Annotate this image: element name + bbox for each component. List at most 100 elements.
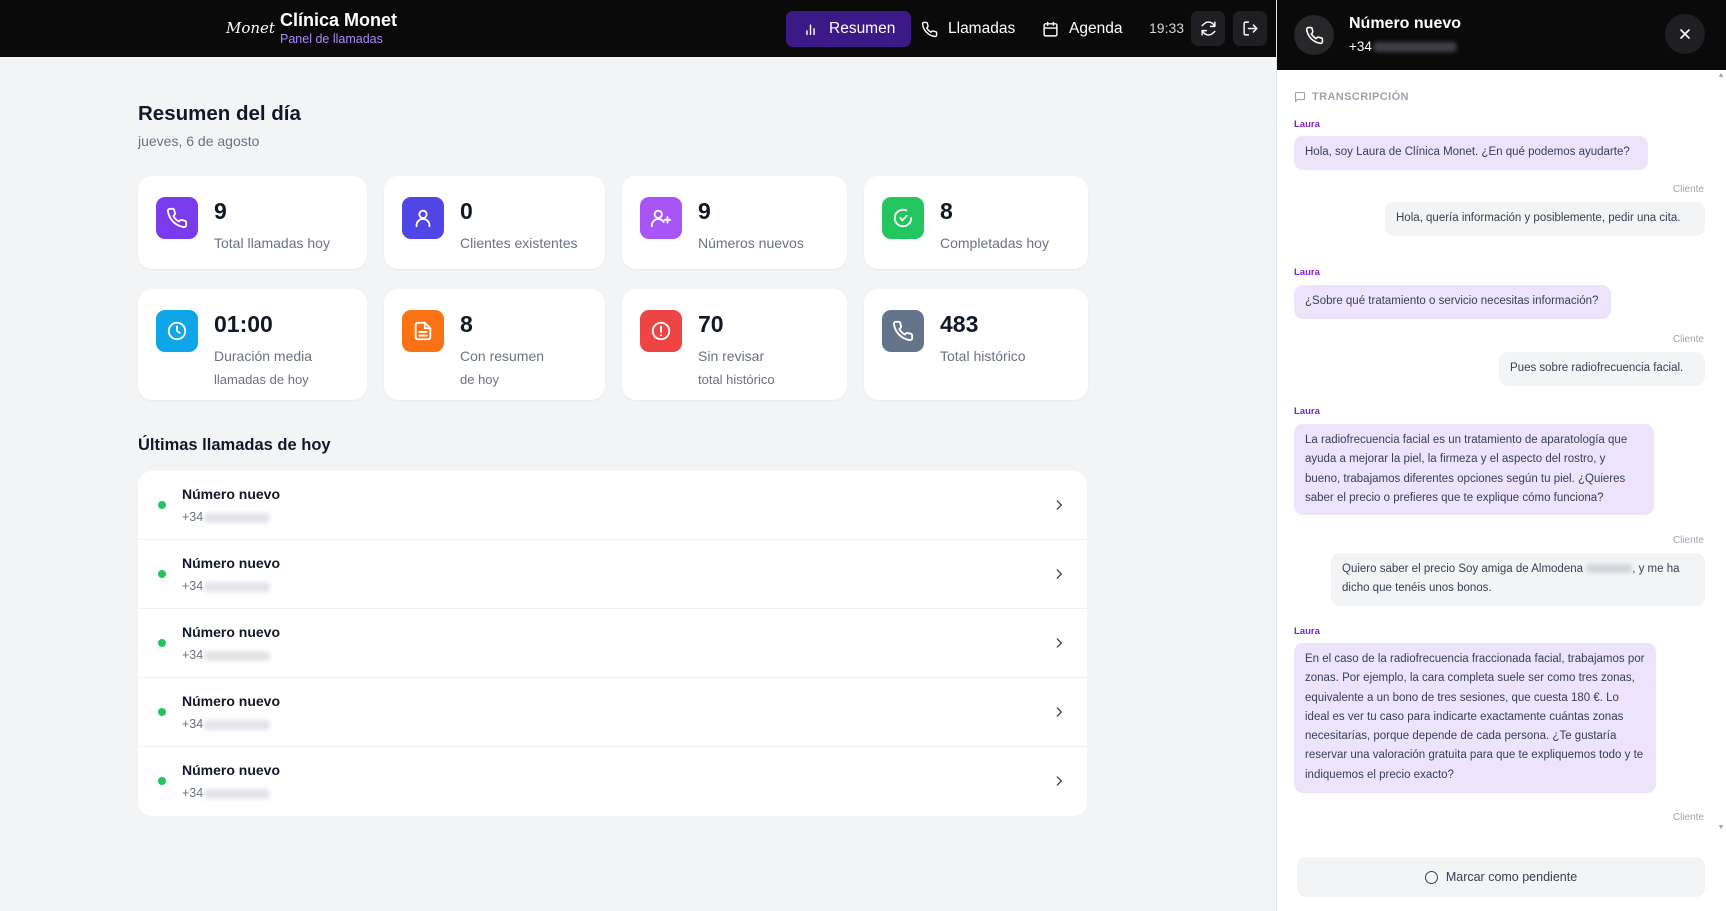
stat-label: Total llamadas hoy: [214, 235, 330, 251]
redacted-number: [204, 512, 271, 523]
close-panel-button[interactable]: [1665, 14, 1705, 54]
stat-value: 483: [940, 311, 979, 337]
logout-button[interactable]: [1233, 11, 1267, 46]
transcript-label-text: TRANSCRIPCIÓN: [1312, 91, 1409, 103]
stat-label-line1: Con resumen: [460, 348, 545, 364]
stat-label: Clientes existentes: [460, 235, 578, 251]
redacted-number: [204, 650, 271, 661]
top-header: Monet Clínica Monet Panel de llamadas Re…: [0, 0, 1276, 57]
speaker-label: Laura: [1294, 626, 1320, 637]
chevron-right-icon: [1056, 707, 1062, 717]
nav-agenda-label: Agenda: [1069, 20, 1123, 37]
user-icon: [415, 209, 431, 228]
status-dot: [158, 777, 166, 785]
refresh-button[interactable]: [1191, 11, 1225, 46]
stat-value: 9: [698, 198, 711, 224]
call-name: Número nuevo: [182, 624, 281, 640]
speaker-label: Cliente: [1672, 535, 1704, 546]
status-dot: [158, 639, 166, 647]
status-dot: [158, 708, 166, 716]
scroll-down-arrow[interactable]: ▼: [1717, 824, 1725, 832]
message-bubble-agent: En el caso de la radiofrecuencia fraccio…: [1294, 643, 1656, 793]
refresh-icon: [1200, 21, 1216, 36]
message-icon: [1294, 91, 1306, 103]
speaker-label: Laura: [1294, 267, 1320, 278]
status-dot: [158, 501, 166, 509]
speaker-label: Cliente: [1672, 812, 1704, 823]
speaker-label: Cliente: [1672, 334, 1704, 345]
check-circle-icon: [893, 208, 913, 228]
message-bubble-client: Quiero saber el precio Soy amiga de Almo…: [1331, 553, 1705, 606]
close-icon: [1680, 29, 1690, 39]
card-icon-bg: [640, 197, 682, 239]
call-number: +34: [182, 510, 271, 524]
chevron-right-icon: [1056, 638, 1062, 648]
call-prefix: +34: [182, 717, 204, 731]
stat-label: Con resumen de hoy: [460, 345, 544, 391]
call-number: +34: [182, 786, 271, 800]
nav-agenda[interactable]: Agenda: [1026, 11, 1138, 47]
stat-label-line1: Duración media: [214, 348, 313, 364]
stat-label: Sin revisar total histórico: [698, 345, 775, 391]
phone-icon: [893, 320, 914, 341]
speaker-label: Laura: [1294, 119, 1320, 130]
phone-icon: [1305, 26, 1323, 44]
redacted-number: [204, 581, 271, 592]
stat-label: Números nuevos: [698, 235, 804, 251]
stat-card-completed: 8 Completadas hoy: [864, 176, 1088, 269]
message-bubble-agent: ¿Sobre qué tratamiento o servicio necesi…: [1294, 285, 1611, 319]
redacted-number: [204, 788, 271, 799]
phone-icon: [167, 207, 188, 228]
call-prefix: +34: [182, 579, 204, 593]
panel-title: Número nuevo: [1349, 15, 1462, 32]
phone-icon: [921, 21, 938, 37]
speaker-label: Laura: [1294, 406, 1320, 417]
nav-resumen[interactable]: Resumen: [786, 11, 912, 47]
card-icon-bg: [402, 197, 444, 239]
clock-icon: [167, 321, 187, 341]
chevron-right-icon: [1056, 500, 1062, 510]
alert-circle-icon: [651, 321, 671, 341]
circle-icon: [1424, 870, 1438, 884]
scroll-up-arrow[interactable]: ▲: [1717, 72, 1725, 80]
calendar-icon: [1043, 21, 1058, 37]
call-prefix: +34: [182, 786, 204, 800]
call-name: Número nuevo: [182, 555, 281, 571]
header-clock: 19:33: [1149, 20, 1185, 36]
stat-value: 9: [214, 198, 227, 224]
mark-pending-button[interactable]: Marcar como pendiente: [1297, 857, 1705, 897]
stat-card-unreviewed: 70 Sin revisar total histórico: [622, 289, 847, 400]
call-row[interactable]: Número nuevo +34: [138, 471, 1087, 540]
nav-resumen-label: Resumen: [829, 20, 896, 37]
call-row[interactable]: Número nuevo +34: [138, 678, 1087, 747]
message-bubble-client: Hola, quería información y posiblemente,…: [1385, 202, 1705, 236]
call-name: Número nuevo: [182, 693, 281, 709]
transcript-scrollbar[interactable]: ▲ ▼: [1717, 72, 1725, 832]
call-row[interactable]: Número nuevo +34: [138, 609, 1087, 678]
stat-value: 8: [460, 311, 473, 337]
stat-value: 01:00: [214, 311, 273, 337]
call-name: Número nuevo: [182, 486, 281, 502]
panel-header: Número nuevo +34: [1277, 0, 1726, 70]
stat-label: Duración media llamadas de hoy: [214, 345, 312, 391]
chevron-right-icon: [1056, 776, 1062, 786]
nav-llamadas[interactable]: Llamadas: [905, 11, 1031, 47]
card-icon-bg: [640, 310, 682, 352]
call-row[interactable]: Número nuevo +34: [138, 540, 1087, 609]
speaker-label: Cliente: [1672, 184, 1704, 195]
brand-name: Clínica Monet: [280, 10, 398, 30]
stat-card-total-history: 483 Total histórico: [864, 289, 1088, 400]
call-number: +34: [182, 717, 271, 731]
message-bubble-client: Pues sobre radiofrecuencia facial.: [1499, 352, 1705, 386]
stat-card-avg-duration: 01:00 Duración media llamadas de hoy: [138, 289, 367, 400]
stat-card-new-numbers: 9 Números nuevos: [622, 176, 847, 269]
page-date: jueves, 6 de agosto: [138, 133, 260, 149]
recent-calls-title: Últimas llamadas de hoy: [138, 436, 331, 454]
message-bubble-agent: Hola, soy Laura de Clínica Monet. ¿En qu…: [1294, 136, 1648, 170]
card-icon-bg: [402, 310, 444, 352]
call-row[interactable]: Número nuevo +34: [138, 747, 1087, 816]
card-icon-bg: [156, 310, 198, 352]
card-icon-bg: [882, 197, 924, 239]
user-plus-icon: [650, 209, 672, 228]
card-icon-bg: [882, 310, 924, 352]
